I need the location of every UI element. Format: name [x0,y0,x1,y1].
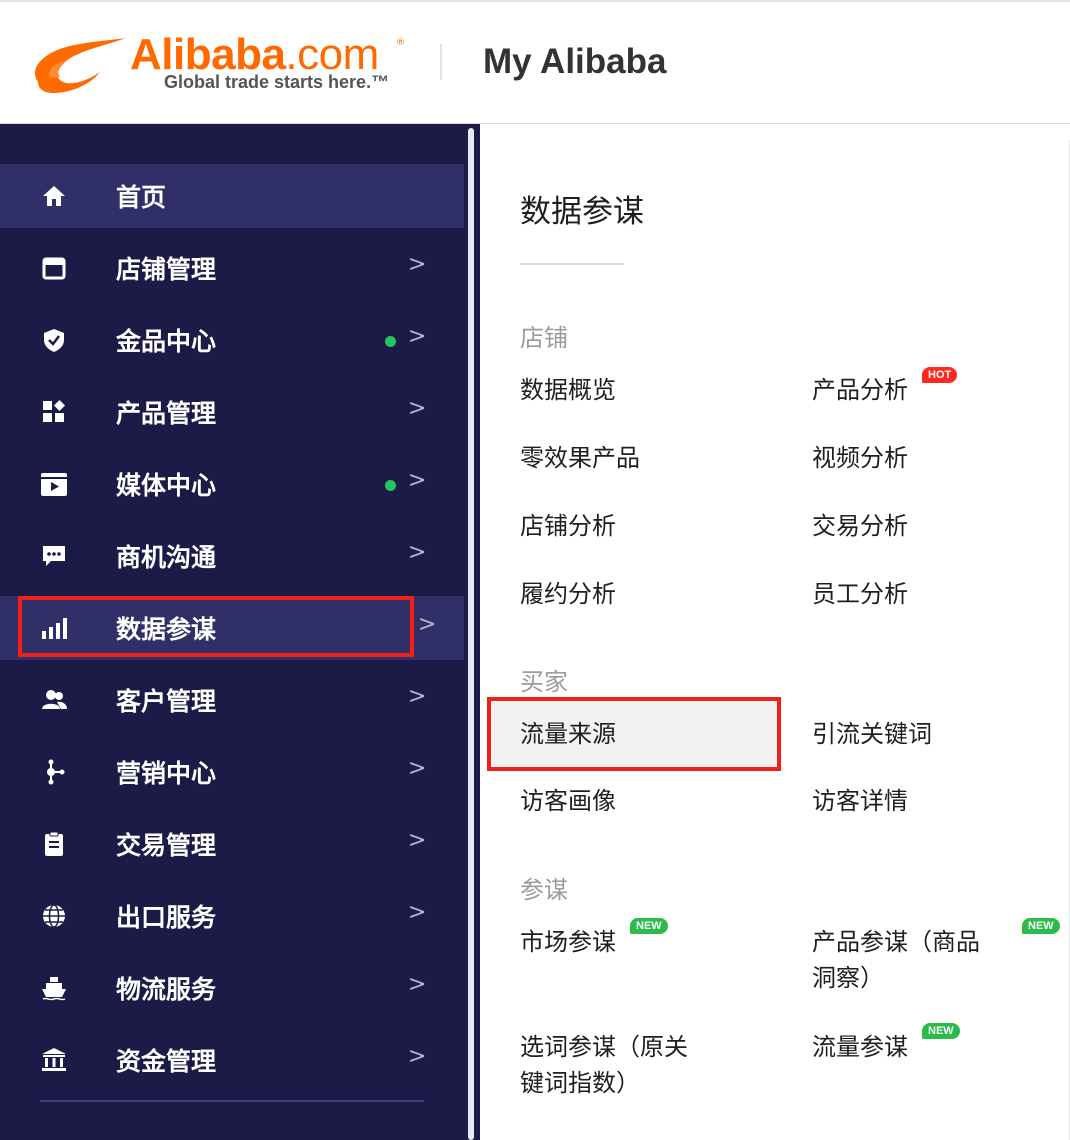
chevron-right-icon: > [408,252,427,277]
sidebar-item-messages[interactable]: 商机沟通 > [0,524,464,588]
top-header: Alibaba.com ® Global trade starts here.™… [0,0,1070,124]
chevron-right-icon: > [408,972,427,997]
sidebar-item-label: 营销中心 [116,759,217,788]
sidebar-item-export[interactable]: 出口服务 > [0,884,464,948]
logo-tagline: Global trade starts here.™ [164,72,390,92]
submenu-item-product-advisor-line1[interactable]: 产品参谋（商品 [812,924,980,960]
sidebar-item-marketing[interactable]: 营销中心 > [0,740,464,804]
section-title-advisor: 参谋 [520,876,568,904]
shield-icon [44,329,64,352]
submenu-item-keyword-advisor-line1[interactable]: 选词参谋（原关 [520,1029,688,1065]
grid-icon [43,400,65,422]
logo-registered-mark: ® [396,38,405,48]
sidebar-item-finance[interactable]: 资金管理 > [0,1028,464,1092]
sidebar-item-label: 商机沟通 [116,543,217,572]
submenu-title: 数据参谋 [520,194,644,230]
alibaba-logo[interactable]: Alibaba.com ® Global trade starts here.™ [30,30,410,100]
sidebar-item-label: 客户管理 [116,687,217,716]
users-icon [42,690,67,709]
submenu-item-video-analysis[interactable]: 视频分析 [812,440,908,476]
network-icon [47,759,65,785]
sidebar-item-label: 产品管理 [116,399,217,428]
clipboard-icon [45,831,63,856]
submenu-title-underline [520,263,624,265]
submenu-item-product-analysis[interactable]: 产品分析 [812,372,908,408]
section-title-buyers: 买家 [520,668,568,696]
bank-icon [42,1048,66,1071]
ship-icon [42,977,66,1001]
sidebar-item-orders[interactable]: 交易管理 > [0,812,464,876]
submenu-item-keyword-advisor-line2[interactable]: 键词指数） [520,1065,640,1101]
store-icon [42,257,66,280]
submenu-item-zero-effect-products[interactable]: 零效果产品 [520,440,640,476]
chevron-right-icon: > [408,756,427,781]
sidebar-divider [40,1100,424,1102]
chevron-right-icon: > [408,468,427,493]
sidebar-item-label: 物流服务 [116,975,217,1004]
sidebar-item-customers[interactable]: 客户管理 > [0,668,464,732]
submenu-panel [480,140,1070,1140]
header-divider [440,44,442,80]
submenu-item-staff-analysis[interactable]: 员工分析 [812,576,908,612]
sidebar-scrollbar-thumb[interactable] [468,128,474,1140]
chevron-right-icon: > [408,540,427,565]
sidebar-item-label: 交易管理 [116,831,217,860]
chevron-right-icon: > [408,900,427,925]
chevron-right-icon: > [408,684,427,709]
submenu-item-store-analysis[interactable]: 店铺分析 [520,508,616,544]
new-badge: NEW [630,918,668,934]
chevron-right-icon: > [408,828,427,853]
submenu-item-market-advisor[interactable]: 市场参谋 [520,924,616,960]
sidebar-item-label: 出口服务 [116,903,217,932]
sidebar-item-label: 金品中心 [116,327,217,356]
notification-dot [385,480,396,491]
sidebar-item-media[interactable]: 媒体中心 > [0,452,464,516]
sidebar-item-label: 媒体中心 [116,471,217,500]
submenu-item-data-overview[interactable]: 数据概览 [520,372,616,408]
submenu-item-visitor-profile[interactable]: 访客画像 [520,783,616,819]
notification-dot [385,336,396,347]
submenu-item-trade-analysis[interactable]: 交易分析 [812,508,908,544]
globe-icon [43,904,65,928]
chevron-right-icon: > [408,324,427,349]
sidebar-item-logistics[interactable]: 物流服务 > [0,956,464,1020]
selection-highlight-box [487,697,781,771]
chevron-right-icon: > [408,396,427,421]
submenu-item-traffic-keywords[interactable]: 引流关键词 [812,716,932,752]
section-title-store: 店铺 [520,324,568,352]
selection-highlight-box [18,596,414,657]
hot-badge: HOT [922,367,958,383]
submenu-item-product-advisor-line2[interactable]: 洞察） [812,960,884,996]
sidebar-item-gold-center[interactable]: 金品中心 > [0,308,464,372]
sidebar-item-label: 首页 [116,183,167,212]
chat-icon [43,546,65,566]
new-badge: NEW [922,1023,960,1039]
chevron-right-icon: > [408,1044,427,1069]
alibaba-swoosh-icon [34,38,126,94]
page-title: My Alibaba [483,42,667,81]
sidebar-item-products[interactable]: 产品管理 > [0,380,464,444]
sidebar-item-label: 店铺管理 [116,255,217,284]
video-icon [41,473,67,496]
chevron-right-icon: > [418,612,437,637]
submenu-item-traffic-advisor[interactable]: 流量参谋 [812,1029,908,1065]
new-badge: NEW [1022,918,1060,934]
submenu-item-fulfillment-analysis[interactable]: 履约分析 [520,576,616,612]
sidebar-item-label: 资金管理 [116,1047,217,1076]
home-icon [43,186,65,206]
sidebar-item-home[interactable]: 首页 [0,164,464,228]
submenu-item-visitor-details[interactable]: 访客详情 [812,783,908,819]
sidebar-item-store[interactable]: 店铺管理 > [0,236,464,300]
